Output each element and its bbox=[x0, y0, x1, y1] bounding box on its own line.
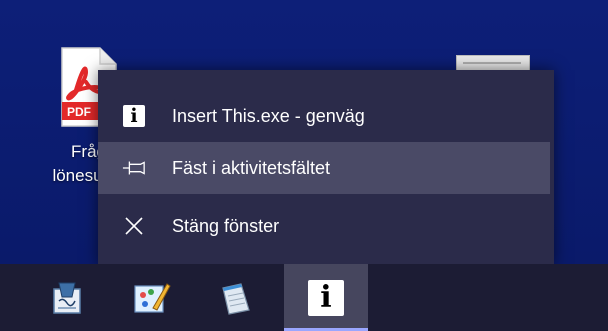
menu-item-close-window[interactable]: Stäng fönster bbox=[98, 200, 554, 252]
taskbar: i bbox=[0, 264, 608, 331]
jump-list-menu: i Insert This.exe - genväg Fäst i aktivi… bbox=[98, 70, 554, 266]
notepad-icon bbox=[222, 282, 250, 315]
close-icon bbox=[122, 214, 146, 238]
menu-item-open-app[interactable]: i Insert This.exe - genväg bbox=[98, 90, 554, 142]
svg-text:PDF: PDF bbox=[67, 105, 91, 119]
taskbar-item-notepad[interactable] bbox=[198, 264, 272, 331]
document-signature-icon bbox=[53, 282, 81, 314]
paint-app-icon bbox=[134, 282, 171, 313]
insert-this-app-icon: i bbox=[122, 104, 146, 128]
menu-item-open-app-label: Insert This.exe - genväg bbox=[172, 105, 365, 126]
taskbar-item-insert-this[interactable]: i bbox=[284, 264, 368, 331]
insert-this-app-icon: i bbox=[308, 279, 344, 316]
menu-item-close-window-label: Stäng fönster bbox=[172, 215, 280, 236]
taskbar-item-document[interactable] bbox=[30, 264, 104, 331]
pin-icon bbox=[122, 156, 146, 180]
taskbar-item-paint[interactable] bbox=[114, 264, 188, 331]
menu-item-pin-taskbar[interactable]: Fäst i aktivitetsfältet bbox=[98, 142, 550, 194]
menu-item-pin-taskbar-label: Fäst i aktivitetsfältet bbox=[172, 157, 331, 178]
